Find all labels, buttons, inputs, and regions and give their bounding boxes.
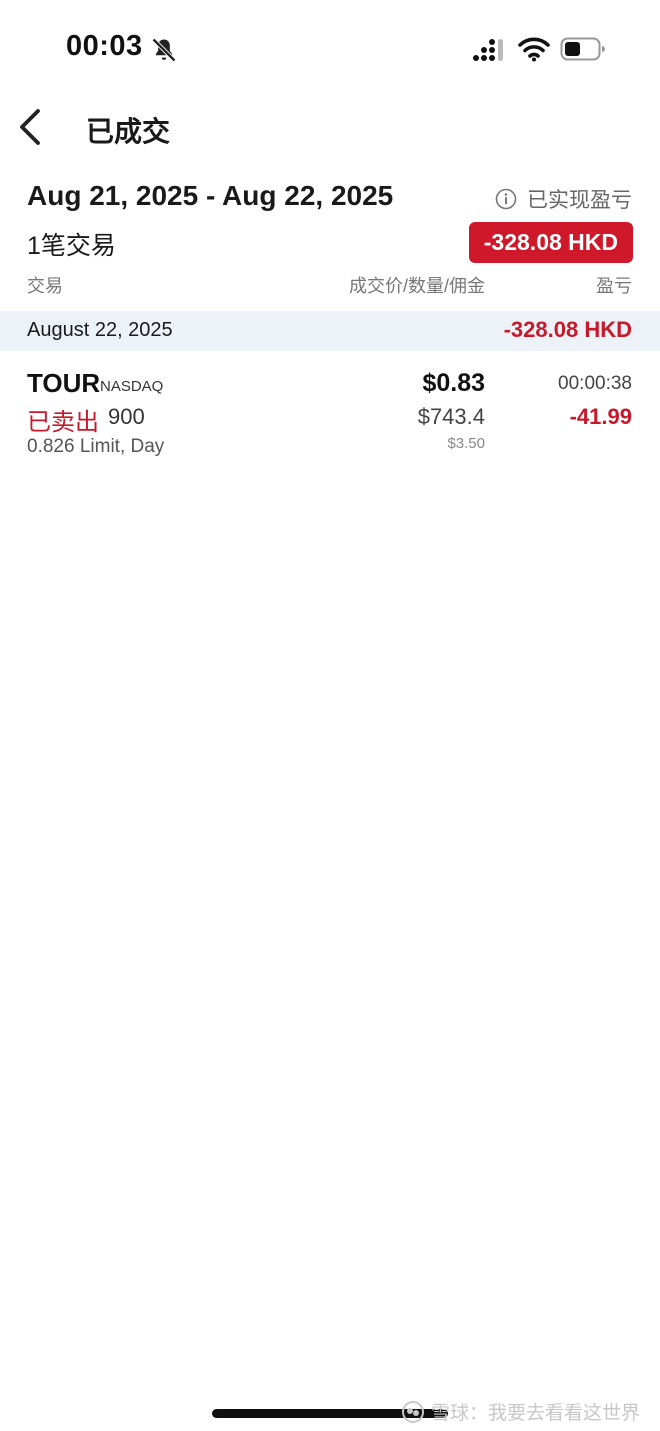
group-date: August 22, 2025 [27,319,173,341]
order-description: 0.826 Limit, Day [27,436,165,457]
column-header-pnl: 盈亏 [596,276,632,296]
realized-pnl-label: 已实现盈亏 [527,189,632,212]
trade-pnl: -41.99 [569,404,632,429]
status-time: 00:03 [66,30,143,62]
bell-slash-icon [152,38,176,62]
page-title: 已成交 [86,116,171,147]
trade-count: 1笔交易 [27,232,116,260]
column-header-trade: 交易 [27,276,63,296]
trade-row[interactable]: TOUR NASDAQ 已卖出 900 0.826 Limit, Day $0.… [0,362,660,472]
date-group-header: August 22, 2025 -328.08 HKD [0,311,660,351]
column-header-price-qty-commission: 成交价/数量/佣金 [348,276,485,296]
chevron-left-icon [20,109,40,145]
snowball-logo-icon [401,1400,424,1423]
total-pnl-badge: -328.08 HKD [468,222,633,263]
trade-side: 已卖出 [27,409,99,436]
ticker-symbol: TOUR [27,368,101,398]
watermark-text: 雪球：我要去看看这世界 [430,1403,640,1424]
trade-quantity: 900 [108,404,145,429]
info-icon[interactable] [495,188,517,210]
battery-icon [560,37,605,61]
exchange-label: NASDAQ [100,378,164,395]
back-button[interactable] [10,104,50,150]
date-range[interactable]: Aug 21, 2025 - Aug 22, 2025 [27,180,393,212]
realized-pnl-info[interactable]: 已实现盈亏 [495,184,632,214]
commission: $3.50 [447,435,485,452]
group-pnl: -328.08 HKD [503,317,632,342]
trade-time: 00:00:38 [558,373,632,394]
wifi-icon [518,37,550,62]
trade-amount: $743.4 [417,404,485,429]
fill-price: $0.83 [422,369,485,397]
signal-icon [473,39,503,61]
watermark: 雪球：我要去看看这世界 [401,1398,640,1425]
